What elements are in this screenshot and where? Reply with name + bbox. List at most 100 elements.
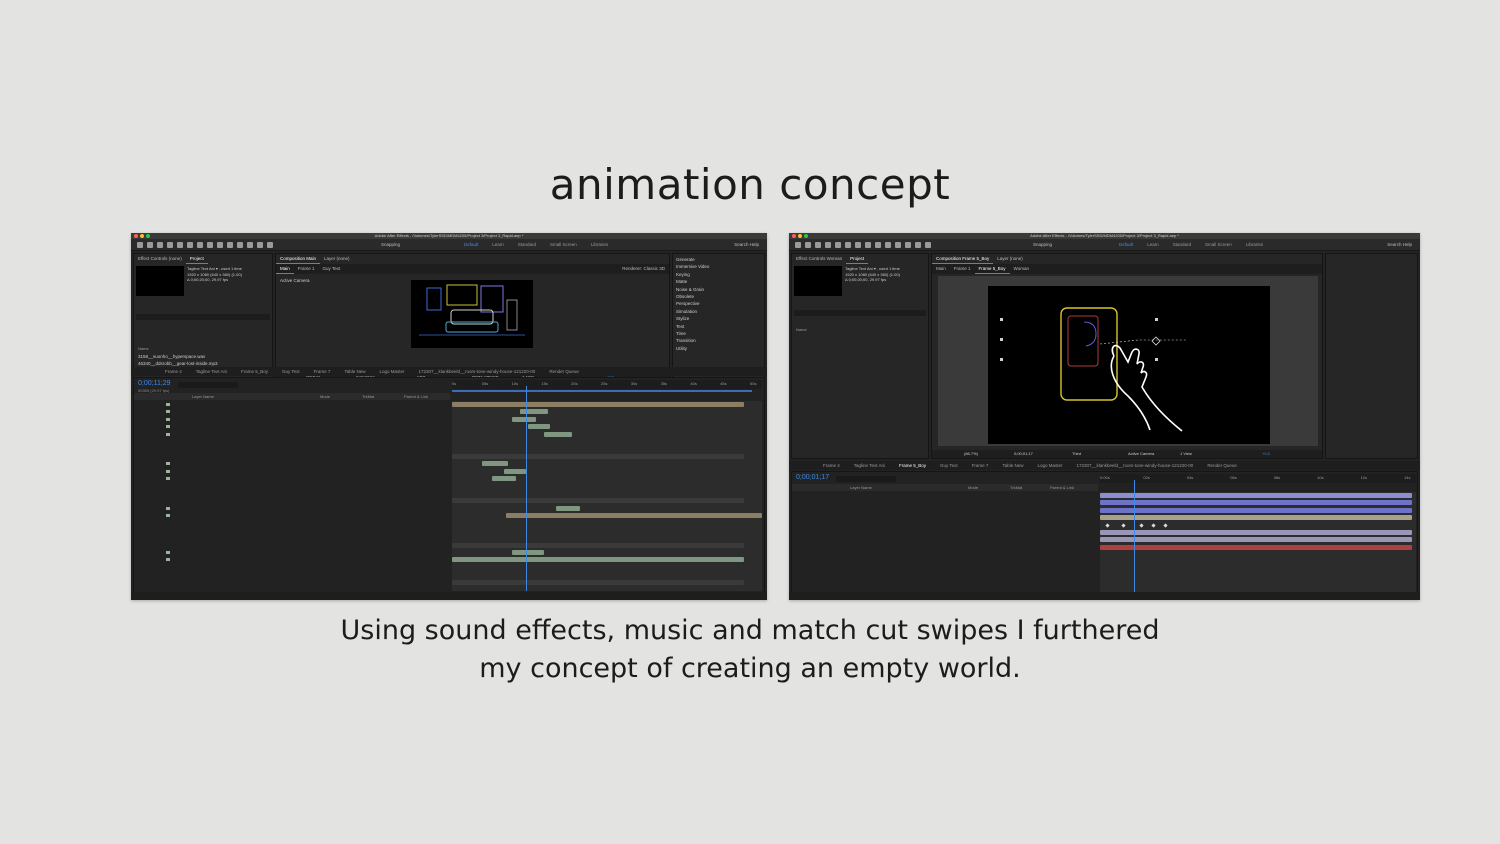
tool-icons[interactable] [137, 242, 273, 248]
workspace-libraries[interactable]: Libraries [1246, 239, 1263, 251]
workspace-switcher[interactable]: Default Learn Standard Small Screen Libr… [1119, 239, 1263, 251]
timeline-tab[interactable]: Frame 7 [972, 461, 989, 470]
comp-tab-guy-text[interactable]: Guy Text [319, 264, 345, 274]
project-item[interactable]: 3158__suonho__hyperspace.wav [134, 353, 218, 360]
timeline-tab[interactable]: Render Queue [1207, 461, 1237, 470]
timeline-tab[interactable]: Tagline Text Ani [854, 461, 885, 470]
tab-layer[interactable]: Layer (none) [320, 254, 354, 264]
column-layer-name[interactable]: Layer Name [850, 484, 872, 491]
type-tool-icon[interactable] [885, 242, 891, 248]
layer-label-color[interactable] [166, 462, 170, 466]
layer-row[interactable] [134, 571, 450, 578]
clone-tool-icon[interactable] [247, 242, 253, 248]
shape-tool-icon[interactable] [207, 242, 213, 248]
comp-tab-main[interactable]: Main [932, 264, 950, 274]
layer-duration-bar[interactable] [1100, 530, 1412, 535]
layer-duration-bar[interactable] [452, 453, 744, 459]
pan-behind-tool-icon[interactable] [855, 242, 861, 248]
timeline-tab[interactable]: Logo Master [1037, 461, 1062, 470]
current-time[interactable]: 0;00;01;17 [1014, 450, 1033, 458]
layer-bars-area[interactable] [1100, 492, 1416, 592]
project-name-column[interactable]: Name [138, 346, 149, 351]
layer-row[interactable] [134, 438, 450, 445]
clone-tool-icon[interactable] [905, 242, 911, 248]
time-ruler[interactable]: 0:00s 02s 04s 06s 08s 10s 12s 14s [1100, 474, 1416, 483]
home-icon[interactable] [137, 242, 143, 248]
layer-row[interactable] [792, 499, 1098, 506]
layer-bars-area[interactable] [452, 401, 762, 591]
comp-tab-main[interactable]: Main [276, 264, 294, 274]
layer-row[interactable] [792, 529, 1098, 536]
layer-duration-bar[interactable] [512, 416, 536, 422]
pen-tool-icon[interactable] [875, 242, 881, 248]
layer-label-color[interactable] [166, 477, 170, 480]
layer-row[interactable] [134, 519, 450, 526]
effect-category[interactable]: Text [676, 323, 761, 330]
layer-row[interactable] [134, 542, 450, 549]
composition-viewer[interactable] [411, 280, 533, 348]
layer-duration-bar[interactable] [452, 542, 744, 548]
time-ruler[interactable]: 0s 05s 10s 15s 20s 25s 30s 35s 40s 45s 50s [452, 380, 762, 389]
workspace-standard[interactable]: Standard [1173, 239, 1191, 251]
camera-tool-icon[interactable] [845, 242, 851, 248]
layer-duration-bar[interactable] [520, 409, 548, 415]
column-mode[interactable]: Mode [320, 393, 330, 400]
layer-label-color[interactable] [166, 551, 170, 554]
layer-row[interactable] [134, 423, 450, 430]
workspace-default[interactable]: Default [1119, 239, 1133, 251]
comp-tab-frame-1[interactable]: Frame 1 [294, 264, 319, 274]
workspace-switcher[interactable]: Default Learn Standard Small Screen Libr… [464, 239, 608, 251]
minimize-icon[interactable] [140, 234, 144, 238]
layer-label-color[interactable] [166, 469, 170, 473]
playhead[interactable] [1134, 480, 1135, 592]
layer-label-color[interactable] [166, 514, 170, 517]
layer-row[interactable] [134, 431, 450, 438]
layer-duration-bar[interactable] [452, 498, 744, 504]
search-help[interactable]: Search Help [1387, 239, 1412, 251]
playhead[interactable] [526, 386, 527, 591]
eraser-tool-icon[interactable] [257, 242, 263, 248]
column-parent[interactable]: Parent & Link [404, 393, 428, 400]
layer-row[interactable] [134, 475, 450, 482]
layer-row[interactable] [134, 505, 450, 512]
layer-row[interactable] [134, 445, 450, 452]
keyframe[interactable] [1121, 522, 1126, 528]
effect-category[interactable]: Simulation [676, 308, 761, 315]
workspace-learn[interactable]: Learn [1147, 239, 1159, 251]
column-layer-name[interactable]: Layer Name [192, 393, 214, 400]
column-trkmat[interactable]: TrkMat [362, 393, 374, 400]
timeline-tab[interactable]: 172307__klankbeeld__room-tone-windy-hous… [1076, 461, 1193, 470]
layer-row[interactable] [134, 482, 450, 489]
composition-viewer[interactable] [988, 286, 1270, 444]
layer-duration-bar[interactable] [504, 468, 526, 474]
exposure-value[interactable]: +0.0 [1262, 450, 1270, 458]
layer-duration-bar[interactable] [528, 424, 550, 430]
effect-category[interactable]: Matte [676, 278, 761, 285]
layer-duration-bar[interactable] [452, 402, 744, 407]
layer-row[interactable] [134, 579, 450, 586]
layer-row[interactable] [792, 507, 1098, 514]
layer-duration-bar[interactable] [512, 550, 544, 555]
zoom-tool-icon[interactable] [825, 242, 831, 248]
layer-duration-bar[interactable] [482, 461, 508, 467]
layer-row[interactable] [134, 512, 450, 519]
layer-label-color[interactable] [166, 558, 170, 562]
brush-tool-icon[interactable] [237, 242, 243, 248]
layer-label-color[interactable] [166, 432, 170, 436]
layer-row[interactable] [792, 544, 1098, 551]
window-controls[interactable] [792, 234, 808, 238]
hand-tool-icon[interactable] [157, 242, 163, 248]
layer-duration-bar[interactable] [506, 513, 762, 518]
camera-tool-icon[interactable] [187, 242, 193, 248]
layer-row[interactable] [134, 556, 450, 563]
layer-label-color[interactable] [166, 417, 170, 421]
view-layout-select[interactable]: Third [1072, 450, 1081, 458]
magnification-select[interactable]: (66.7%) [964, 450, 978, 458]
home-icon[interactable] [795, 242, 801, 248]
timeline-tab[interactable]: Tagline Text Ani [196, 367, 227, 376]
timeline-tab[interactable]: Logo Master [379, 367, 404, 376]
timeline-search-input[interactable] [178, 382, 238, 388]
brush-tool-icon[interactable] [895, 242, 901, 248]
search-help[interactable]: Search Help [734, 239, 759, 251]
comp-tab-frame-5-boy[interactable]: Frame 5_Boy [974, 264, 1010, 274]
